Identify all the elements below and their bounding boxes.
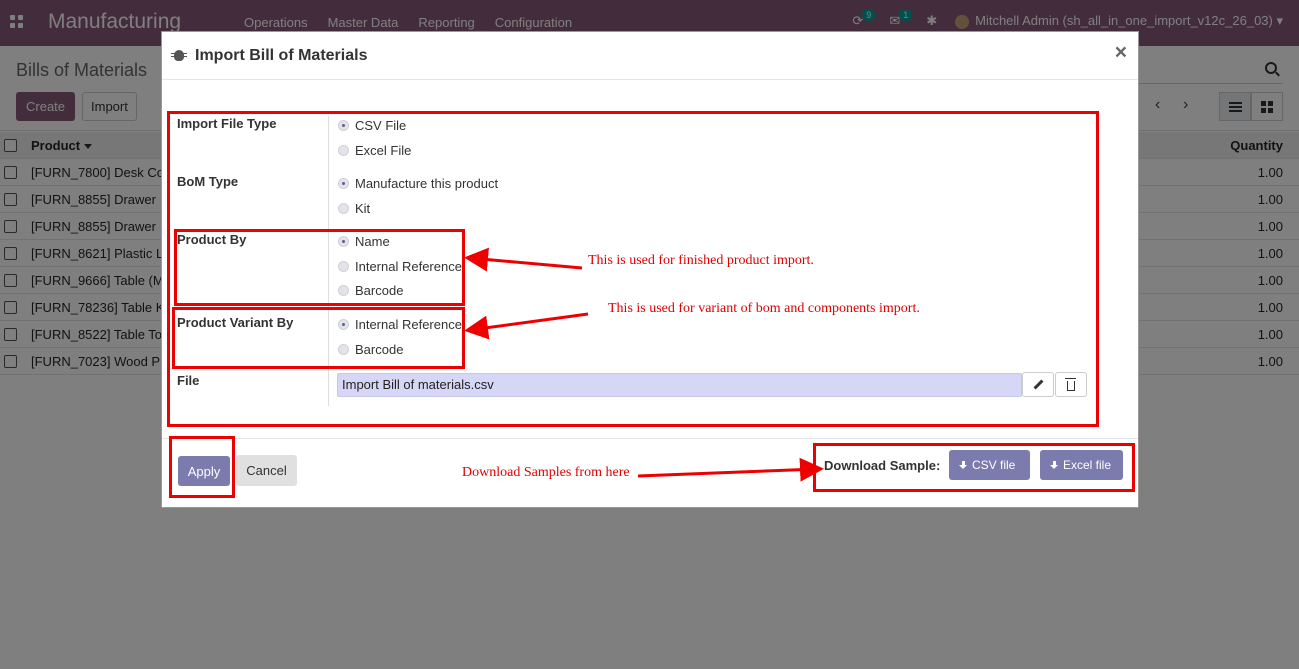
annotation-product-by-note: This is used for finished product import… — [588, 253, 814, 268]
annotation-variant-note: This is used for variant of bom and comp… — [608, 301, 920, 316]
annotation-box-variant-by — [172, 307, 465, 369]
dialog-title: Import Bill of Materials — [195, 47, 368, 64]
annotation-box-product-by — [174, 229, 465, 306]
close-icon[interactable]: × — [1115, 42, 1127, 63]
cancel-button[interactable]: Cancel — [236, 455, 297, 486]
annotation-box-apply — [169, 436, 235, 498]
annotation-download-note: Download Samples from here — [462, 465, 630, 480]
bug-icon — [171, 50, 187, 61]
dialog-header: Import Bill of Materials × — [162, 32, 1138, 80]
footer-divider — [162, 438, 1138, 439]
annotation-box-download — [813, 443, 1135, 492]
